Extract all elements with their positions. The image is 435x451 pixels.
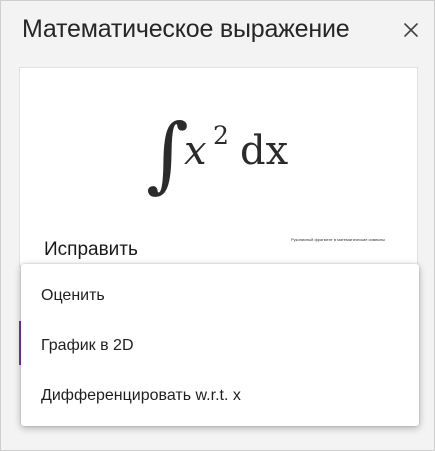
close-button[interactable]: [399, 18, 423, 42]
math-pane: Математическое выражение ∫ x 2 dx Исправ…: [0, 0, 435, 451]
equation-base: x: [184, 128, 207, 174]
menu-item-differentiate[interactable]: Дифференцировать w.r.t. x: [21, 372, 419, 420]
integral-symbol: ∫: [146, 107, 189, 202]
pane-title: Математическое выражение: [22, 15, 350, 43]
menu-item-graph-2d[interactable]: График в 2D: [21, 322, 419, 370]
equation-exponent: 2: [213, 121, 229, 150]
equation-display: ∫ x 2 dx: [146, 107, 289, 202]
equation-differential: dx: [240, 128, 289, 174]
menu-item-evaluate[interactable]: Оценить: [21, 272, 419, 320]
ink-caption: Рукописный фрагмент в математические сим…: [291, 237, 385, 242]
close-icon: [404, 23, 418, 37]
action-menu: Оценить График в 2D Дифференцировать w.r…: [21, 264, 419, 426]
fix-label: Исправить: [44, 239, 138, 260]
